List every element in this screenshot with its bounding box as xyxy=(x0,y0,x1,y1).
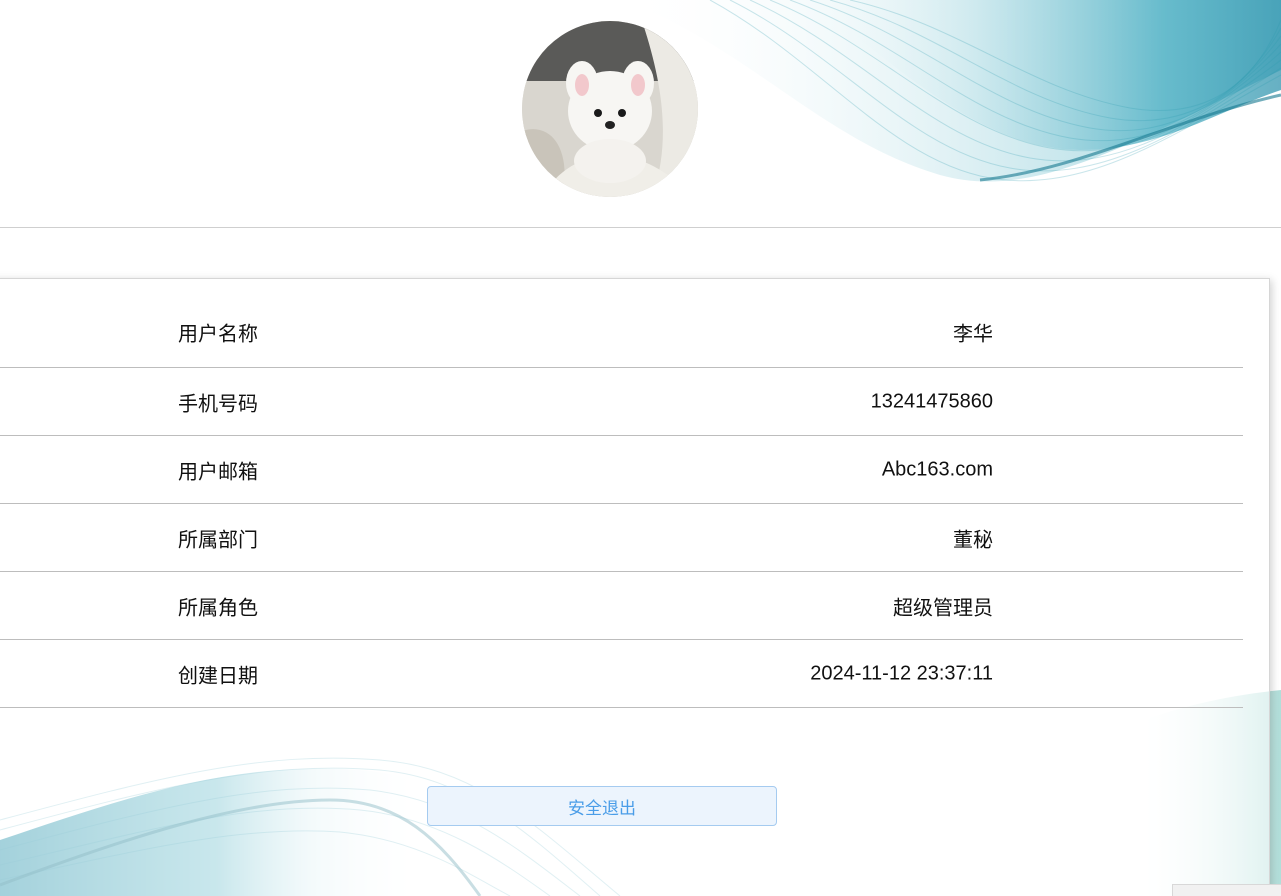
info-label: 创建日期 xyxy=(178,665,258,687)
info-value: 2024-11-12 23:37:11 xyxy=(810,662,993,684)
info-label: 手机号码 xyxy=(178,393,258,415)
info-value: 董秘 xyxy=(953,529,993,551)
info-value: 13241475860 xyxy=(870,390,993,412)
info-label: 所属角色 xyxy=(178,597,258,619)
info-value: 李华 xyxy=(953,323,993,346)
profile-page: 用户名称 李华 手机号码 13241475860 用户邮箱 Abc163.com… xyxy=(0,0,1281,896)
info-row-role: 所属角色 超级管理员 xyxy=(0,572,1243,640)
browser-corner-widget xyxy=(1172,884,1281,896)
info-label: 所属部门 xyxy=(178,529,258,551)
info-row-department: 所属部门 董秘 xyxy=(0,504,1243,572)
puppy-photo-icon xyxy=(522,21,698,197)
info-row-username: 用户名称 李华 xyxy=(0,297,1243,368)
header-divider xyxy=(0,227,1281,228)
info-label: 用户邮箱 xyxy=(178,461,258,483)
info-value: 超级管理员 xyxy=(893,597,993,619)
info-row-phone: 手机号码 13241475860 xyxy=(0,368,1243,436)
profile-info-list: 用户名称 李华 手机号码 13241475860 用户邮箱 Abc163.com… xyxy=(0,297,1243,708)
info-row-email: 用户邮箱 Abc163.com xyxy=(0,436,1243,504)
logout-button[interactable]: 安全退出 xyxy=(427,786,777,826)
user-avatar[interactable] xyxy=(522,21,698,197)
info-row-created-date: 创建日期 2024-11-12 23:37:11 xyxy=(0,640,1243,708)
info-value: Abc163.com xyxy=(881,458,993,480)
info-label: 用户名称 xyxy=(178,323,258,346)
